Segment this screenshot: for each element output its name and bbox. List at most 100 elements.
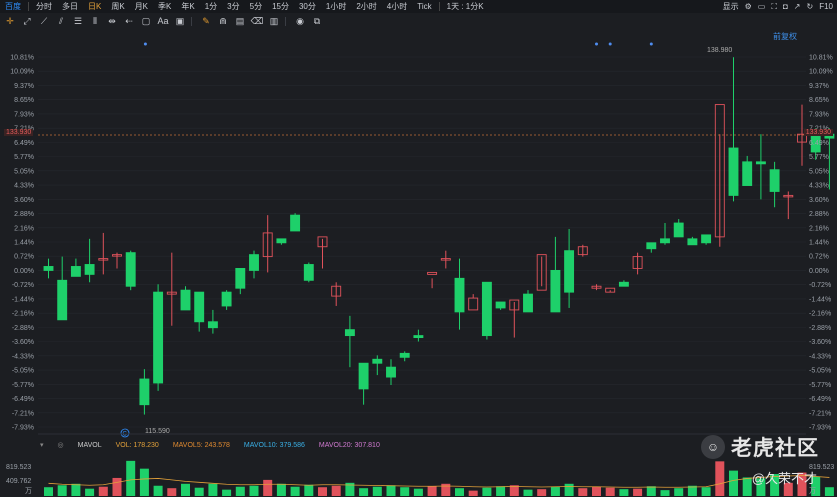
price-axis-label: -3.60% <box>12 339 34 346</box>
volume-bars <box>44 460 834 496</box>
price-axis-right: 10.81%10.09%9.37%8.65%7.93%7.21%6.49%5.7… <box>809 55 833 432</box>
price-axis-label: -2.88% <box>809 325 831 332</box>
timeframe-bar: 百度 分时 多日 日K 周K 月K 季K 年K 1分 3分 5分 15分 30分… <box>0 0 837 13</box>
volume-bar <box>660 490 670 496</box>
candle-body <box>221 291 232 307</box>
divider <box>191 16 192 26</box>
trash-icon[interactable]: ▥ <box>267 15 281 27</box>
volume-bar <box>235 486 245 496</box>
refresh-icon[interactable]: ↻ <box>807 2 814 11</box>
crosshair-icon[interactable]: ✛ <box>3 15 17 27</box>
price-axis-label: -0.72% <box>12 282 34 289</box>
lock-icon[interactable]: ▤ <box>233 15 247 27</box>
pencil-icon[interactable]: ✎ <box>199 15 213 27</box>
vol-axis-mid: 409.762 <box>6 478 31 485</box>
volume-bar <box>85 488 95 496</box>
watermark-text: 老虎社区 <box>731 437 819 460</box>
candle-body <box>413 335 424 339</box>
volume-bar <box>427 486 437 496</box>
trendline-icon[interactable]: ⤢ <box>20 15 34 27</box>
volume-bar <box>263 479 273 496</box>
price-axis-label: 0.72% <box>14 254 34 261</box>
arrow-icon[interactable]: ⇠ <box>122 15 136 27</box>
candle-body <box>701 234 712 244</box>
tab-quarterly-k[interactable]: 季K <box>153 0 176 13</box>
event-dot <box>608 42 612 46</box>
tiger-logo-icon: ☺ <box>701 435 725 459</box>
candle-body <box>70 266 81 277</box>
gann-icon[interactable]: ⫴ <box>88 15 102 27</box>
candle-body <box>249 254 259 271</box>
layout-icon[interactable]: ▭ <box>758 2 766 11</box>
tab-tick[interactable]: Tick <box>412 0 436 13</box>
tab-3min[interactable]: 3分 <box>222 0 244 13</box>
candle-body <box>290 214 301 232</box>
candle-body <box>43 266 54 271</box>
period-dropdown[interactable]: 1天 : 1分K <box>442 0 489 13</box>
volume-bar <box>592 486 601 496</box>
candle-body <box>618 281 629 287</box>
fullscreen-icon[interactable]: ⛶ <box>771 2 777 12</box>
candle-body <box>235 268 246 289</box>
tab-multi-day[interactable]: 多日 <box>57 0 83 13</box>
drawing-toolbar: ✛ ⤢ ⟋ ⫽ ☰ ⫴ ⇹ ⇠ ▢ Aa ▣ ✎ ⋒ ▤ ⌫ ▥ ◉ ⧉ <box>0 14 837 28</box>
f10-button[interactable]: F10 <box>819 2 833 11</box>
tab-daily-k[interactable]: 日K <box>83 0 106 13</box>
settings-icon[interactable]: ⚙ <box>745 2 752 11</box>
volume-name[interactable]: MAVOL <box>78 442 102 449</box>
tab-monthly-k[interactable]: 月K <box>130 0 153 13</box>
price-axis-label: -3.60% <box>809 339 831 346</box>
display-menu[interactable]: 显示 <box>723 1 739 12</box>
price-axis-label: -0.72% <box>809 282 831 289</box>
price-axis-label: 10.81% <box>809 55 833 62</box>
volume-bar <box>71 483 81 496</box>
channel-icon[interactable]: ⫽ <box>54 15 68 27</box>
candle-body <box>454 277 465 313</box>
note-icon[interactable]: ▢ <box>139 15 153 27</box>
tab-15min[interactable]: 15分 <box>267 0 294 13</box>
text-icon[interactable]: Aa <box>156 15 170 27</box>
tab-stock-name[interactable]: 百度 <box>0 0 26 13</box>
tab-1hour[interactable]: 1小时 <box>321 0 351 13</box>
kline-chart[interactable]: 10.81%10.09%9.37%8.65%7.93%7.21%6.49%5.7… <box>0 28 837 497</box>
share-icon[interactable]: ↗ <box>794 2 801 11</box>
volume-bar <box>578 488 588 496</box>
layers-icon[interactable]: ⧉ <box>310 15 324 27</box>
magnet-icon[interactable]: ⋒ <box>216 15 230 27</box>
volume-bar <box>372 486 382 496</box>
tab-intraday[interactable]: 分时 <box>31 0 57 13</box>
tab-2hour[interactable]: 2小时 <box>351 0 381 13</box>
current-price-tag-right: 133.930 <box>803 129 833 136</box>
tab-4hour[interactable]: 4小时 <box>382 0 412 13</box>
price-axis-label: -7.93% <box>12 425 34 432</box>
volume-bar <box>413 488 423 496</box>
divider <box>285 16 286 26</box>
collapse-icon[interactable]: ▾ <box>40 441 44 449</box>
tab-1min[interactable]: 1分 <box>200 0 222 13</box>
candle-body <box>742 161 753 186</box>
ray-icon[interactable]: ⟋ <box>37 15 51 27</box>
visibility-icon[interactable]: ◎ <box>58 441 64 449</box>
candle-body <box>523 293 533 313</box>
eye-icon[interactable]: ◉ <box>293 15 307 27</box>
tab-5min[interactable]: 5分 <box>245 0 267 13</box>
candle-body <box>550 269 561 313</box>
volume-bar <box>359 488 369 496</box>
candle-body <box>660 238 670 244</box>
comment-icon[interactable]: ▣ <box>173 15 187 27</box>
eraser-icon[interactable]: ⌫ <box>250 15 264 27</box>
price-axis-label: 9.37% <box>809 83 829 90</box>
price-axis-label: 5.77% <box>809 154 829 161</box>
tab-yearly-k[interactable]: 年K <box>176 0 199 13</box>
tab-30min[interactable]: 30分 <box>294 0 321 13</box>
volume-bar <box>98 486 108 496</box>
camera-icon[interactable]: ◘ <box>783 2 788 11</box>
candle-body <box>468 297 479 311</box>
high-label: 138.980 <box>707 47 732 54</box>
candle-body <box>125 252 136 287</box>
volume-bar <box>633 488 643 496</box>
price-axis-label: 3.60% <box>14 197 34 204</box>
tab-weekly-k[interactable]: 周K <box>106 0 129 13</box>
fib-icon[interactable]: ☰ <box>71 15 85 27</box>
measure-icon[interactable]: ⇹ <box>105 15 119 27</box>
